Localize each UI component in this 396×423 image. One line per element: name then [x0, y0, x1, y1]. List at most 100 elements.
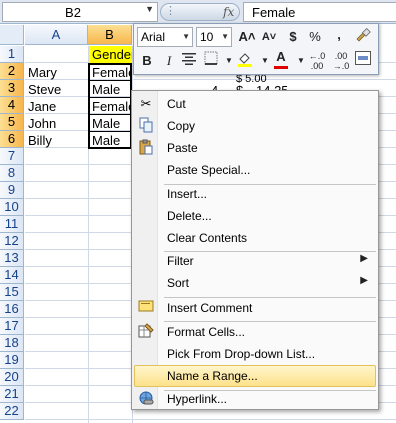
- column-header-b[interactable]: B: [88, 25, 132, 45]
- row-header-5[interactable]: 5: [0, 114, 24, 131]
- row-header-11[interactable]: 11: [0, 216, 24, 233]
- currency-format-button[interactable]: $: [282, 27, 304, 47]
- row-header-13[interactable]: 13: [0, 250, 24, 267]
- italic-button[interactable]: I: [158, 51, 180, 71]
- name-box-value: B2: [65, 5, 81, 20]
- menu-item-label: Filter: [167, 254, 194, 268]
- submenu-arrow-icon: ▶: [360, 275, 368, 286]
- selection-range: [88, 63, 132, 149]
- hyperlink-icon: [137, 390, 155, 408]
- chevron-down-icon: ▼: [221, 32, 229, 41]
- row-header-19[interactable]: 19: [0, 352, 24, 369]
- menu-item-label: Sort: [167, 276, 190, 290]
- row-header-21[interactable]: 21: [0, 386, 24, 403]
- mini-toolbar: Arial ▼ 10 ▼ A˄ A˅ $ % , B I ▼ ▼ A ▼ ←.0…: [133, 23, 379, 75]
- row-header-1[interactable]: 1: [0, 46, 24, 63]
- chevron-down-icon[interactable]: ▼: [145, 4, 154, 14]
- menu-item-delete[interactable]: Delete...: [134, 205, 376, 227]
- shrink-font-button[interactable]: A˅: [258, 27, 280, 47]
- menu-item-label: Hyperlink...: [167, 392, 228, 406]
- menu-item-paste-special[interactable]: Paste Special...: [134, 159, 376, 181]
- menu-item-name-a-range[interactable]: Name a Range...: [134, 365, 376, 387]
- menu-item-paste[interactable]: Paste: [134, 137, 376, 159]
- menu-item-label: Paste Special...: [167, 163, 251, 177]
- cell-a6[interactable]: Billy: [25, 132, 87, 149]
- menu-item-label: Delete...: [167, 209, 212, 223]
- row-header-7[interactable]: 7: [0, 148, 24, 165]
- cell-a2[interactable]: Mary: [25, 64, 87, 81]
- menu-item-label: Insert...: [167, 187, 208, 201]
- menu-item-clear-contents[interactable]: Clear Contents: [134, 227, 376, 249]
- cell-b1[interactable]: Gender: [89, 46, 132, 63]
- row-header-17[interactable]: 17: [0, 318, 24, 335]
- menu-item-sort[interactable]: Sort ▶: [134, 272, 376, 294]
- menu-item-insert[interactable]: Insert...: [134, 183, 376, 205]
- column-header-a[interactable]: A: [25, 25, 88, 45]
- comment-icon: [137, 299, 155, 317]
- formula-input[interactable]: Female: [243, 2, 396, 22]
- menu-item-format-cells[interactable]: Format Cells...: [134, 321, 376, 343]
- font-size-value: 10: [200, 30, 214, 44]
- formula-bar: B2 ▼ ⋮ fx Female: [0, 0, 396, 24]
- cell-a4[interactable]: Jane: [25, 98, 87, 115]
- menu-item-insert-comment[interactable]: Insert Comment: [134, 297, 376, 319]
- row-header-2[interactable]: 2: [0, 63, 24, 80]
- menu-item-label: Format Cells...: [167, 325, 246, 339]
- menu-item-label: Name a Range...: [167, 369, 258, 383]
- row-header-6[interactable]: 6: [0, 131, 24, 148]
- menu-item-hyperlink[interactable]: Hyperlink...: [134, 388, 376, 410]
- scissors-icon: ✂: [140, 96, 152, 111]
- select-all-corner[interactable]: [0, 25, 24, 45]
- font-color-icon[interactable]: A: [270, 49, 292, 69]
- menu-item-copy[interactable]: Copy: [134, 115, 376, 137]
- row-header-8[interactable]: 8: [0, 165, 24, 182]
- cell-a3[interactable]: Steve: [25, 81, 87, 98]
- comma-format-button[interactable]: ,: [328, 25, 350, 45]
- grow-font-button[interactable]: A˄: [236, 27, 258, 47]
- copy-icon: [137, 117, 155, 135]
- menu-item-pick-from-list[interactable]: Pick From Drop-down List...: [134, 343, 376, 365]
- row-header-15[interactable]: 15: [0, 284, 24, 301]
- row-header-3[interactable]: 3: [0, 80, 24, 97]
- row-header-9[interactable]: 9: [0, 182, 24, 199]
- merge-center-icon[interactable]: [352, 51, 374, 71]
- row-header-22[interactable]: 22: [0, 403, 24, 420]
- menu-item-label: Pick From Drop-down List...: [167, 347, 316, 361]
- increase-decimal-icon[interactable]: ←.0.00: [306, 51, 328, 71]
- cell-a5[interactable]: John: [25, 115, 87, 132]
- align-center-icon[interactable]: [178, 51, 200, 71]
- row-header-10[interactable]: 10: [0, 199, 24, 216]
- chevron-down-icon: ▼: [182, 32, 190, 41]
- menu-item-filter[interactable]: Filter ▶: [134, 250, 376, 272]
- bold-button[interactable]: B: [136, 51, 158, 71]
- row-header-12[interactable]: 12: [0, 233, 24, 250]
- menu-item-label: Insert Comment: [167, 301, 253, 315]
- menu-item-label: Cut: [167, 97, 186, 111]
- row-header-4[interactable]: 4: [0, 97, 24, 114]
- formula-value: Female: [252, 5, 296, 20]
- menu-item-cut[interactable]: ✂ Cut: [134, 93, 376, 115]
- menu-item-label: Clear Contents: [167, 231, 248, 245]
- font-name-value: Arial: [141, 30, 166, 44]
- percent-format-button[interactable]: %: [304, 27, 326, 47]
- row-header-14[interactable]: 14: [0, 267, 24, 284]
- name-box[interactable]: B2 ▼: [2, 2, 158, 22]
- paste-icon: [137, 139, 155, 157]
- gridline: [25, 419, 396, 420]
- insert-function-button[interactable]: fx: [223, 5, 234, 19]
- format-painter-icon[interactable]: [352, 27, 374, 47]
- format-cells-icon: [137, 323, 155, 341]
- resize-handle-icon[interactable]: ⋮: [165, 4, 176, 17]
- decrease-decimal-icon[interactable]: .00 →.0: [330, 51, 352, 71]
- row-header-20[interactable]: 20: [0, 369, 24, 386]
- font-size-select[interactable]: 10 ▼: [196, 27, 232, 47]
- row-header-18[interactable]: 18: [0, 335, 24, 352]
- menu-item-label: Paste: [167, 141, 198, 155]
- submenu-arrow-icon: ▶: [360, 253, 368, 264]
- formula-bar-controls: ⋮ fx: [160, 3, 240, 21]
- context-menu: ✂ Cut Copy Paste Paste Special... Insert…: [131, 90, 379, 410]
- fill-color-icon[interactable]: [234, 51, 256, 71]
- font-name-select[interactable]: Arial ▼: [137, 27, 193, 47]
- row-header-16[interactable]: 16: [0, 301, 24, 318]
- menu-item-label: Copy: [167, 119, 196, 133]
